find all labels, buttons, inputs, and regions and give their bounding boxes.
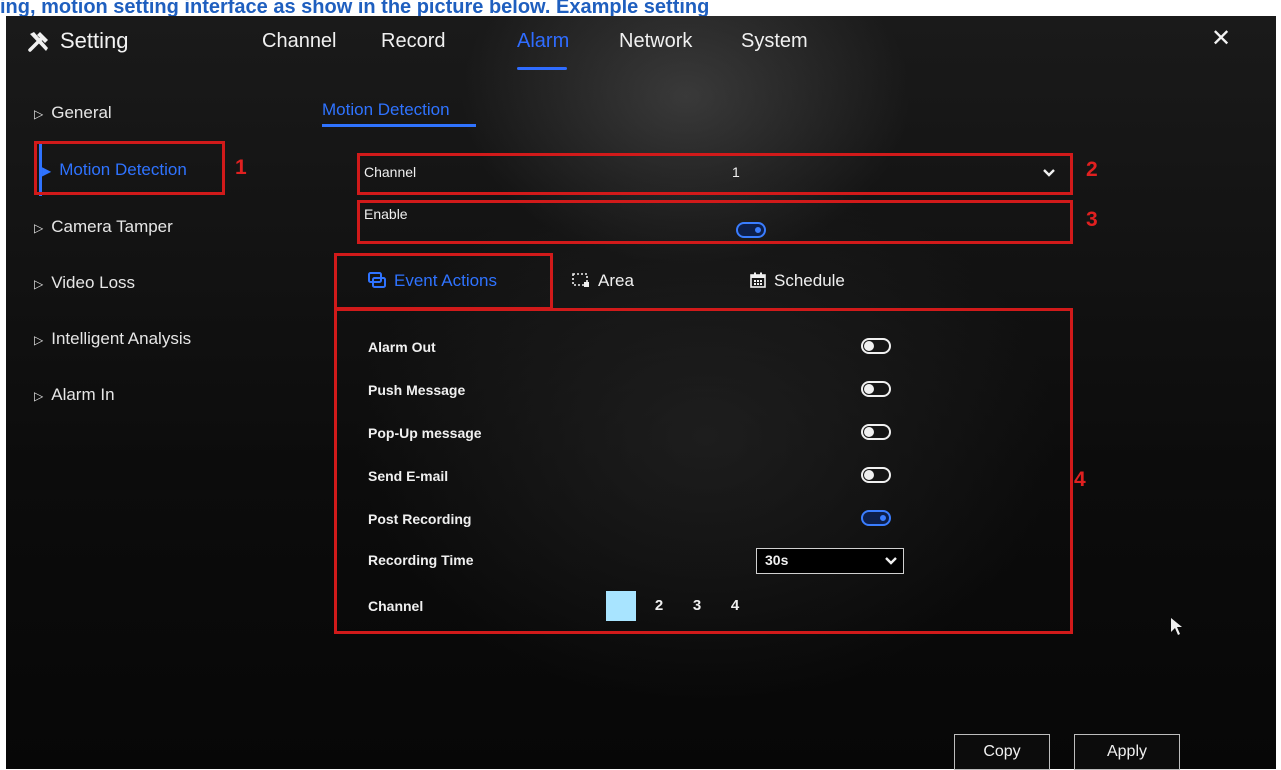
channel-option-2[interactable]: 2: [644, 591, 674, 621]
action-label-push-message: Push Message: [368, 382, 466, 398]
sidebar-item-label: Alarm In: [51, 385, 115, 404]
topnav-active-indicator: [517, 67, 567, 70]
annotation-label-3: 3: [1086, 208, 1098, 231]
recording-time-select[interactable]: 30s: [756, 548, 904, 574]
tab-schedule[interactable]: Schedule: [750, 271, 845, 291]
tab-label: Area: [598, 271, 634, 290]
chevron-down-icon: [885, 557, 897, 565]
triangle-right-icon: ▷: [34, 389, 44, 403]
alarm-out-toggle[interactable]: [861, 338, 891, 354]
enable-label: Enable: [364, 206, 408, 222]
triangle-right-icon: ▷: [34, 277, 44, 291]
topnav-alarm[interactable]: Alarm: [517, 30, 569, 53]
chevron-down-icon: [1043, 169, 1055, 177]
action-label-popup-message: Pop-Up message: [368, 425, 482, 441]
sidebar-item-intelligent-analysis[interactable]: ▷ Intelligent Analysis: [34, 329, 191, 349]
triangle-right-icon: ▷: [34, 333, 44, 347]
action-label-alarm-out: Alarm Out: [368, 339, 436, 355]
annotation-box-1: [34, 141, 225, 195]
copy-button[interactable]: Copy: [954, 734, 1050, 770]
toggle-knob: [864, 384, 874, 394]
sidebar-item-general[interactable]: ▷ General: [34, 103, 112, 123]
post-recording-toggle[interactable]: [861, 510, 891, 526]
toggle-knob: [878, 513, 888, 523]
topnav-network[interactable]: Network: [619, 30, 692, 53]
tab-label: Event Actions: [394, 271, 498, 290]
topnav-record[interactable]: Record: [381, 30, 445, 53]
mouse-pointer-icon: [1171, 618, 1182, 635]
annotation-box-3: [357, 200, 1073, 244]
caption-text: ing, motion setting interface as show in…: [0, 0, 710, 16]
area-icon: [572, 273, 589, 287]
annotation-label-4: 4: [1074, 468, 1086, 491]
topnav-system[interactable]: System: [741, 30, 808, 53]
channel-option-3[interactable]: 3: [682, 591, 712, 621]
tools-icon: [28, 32, 48, 52]
app-title: Setting: [60, 28, 129, 53]
toggle-knob: [864, 470, 874, 480]
calendar-icon: [750, 272, 766, 288]
send-email-toggle[interactable]: [861, 467, 891, 483]
nvr-screen: Setting Channel Record Alarm Network Sys…: [6, 16, 1276, 770]
sidebar-item-video-loss[interactable]: ▷ Video Loss: [34, 273, 135, 293]
push-message-toggle[interactable]: [861, 381, 891, 397]
sidebar-item-label: General: [51, 103, 112, 122]
apply-button[interactable]: Apply: [1074, 734, 1180, 770]
event-actions-icon: [368, 272, 386, 288]
annotation-label-1: 1: [235, 156, 247, 179]
topnav-channel[interactable]: Channel: [262, 30, 337, 53]
enable-toggle[interactable]: [736, 222, 766, 238]
toggle-knob: [864, 427, 874, 437]
channel-select-value: 1: [732, 164, 740, 180]
subtab-motion-detection[interactable]: Motion Detection: [322, 100, 450, 120]
channel-select[interactable]: 1: [364, 159, 1064, 187]
action-label-send-email: Send E-mail: [368, 468, 449, 484]
channel-option-4[interactable]: 4: [720, 591, 750, 621]
triangle-right-icon: ▷: [34, 107, 44, 121]
close-icon[interactable]: ✕: [1211, 24, 1231, 53]
sidebar-item-camera-tamper[interactable]: ▷ Camera Tamper: [34, 217, 173, 237]
sidebar-item-alarm-in[interactable]: ▷ Alarm In: [34, 385, 115, 405]
recording-time-value: 30s: [765, 552, 789, 568]
recording-time-label: Recording Time: [368, 552, 474, 568]
caption-strip: ing, motion setting interface as show in…: [0, 0, 1281, 16]
toggle-knob: [864, 341, 874, 351]
channel-copy-label: Channel: [368, 598, 424, 614]
triangle-right-icon: ▷: [34, 221, 44, 235]
sidebar-item-label: Video Loss: [51, 273, 136, 292]
sidebar-item-label: Camera Tamper: [51, 217, 173, 236]
subtab-active-indicator: [322, 124, 476, 127]
tab-event-actions[interactable]: Event Actions: [368, 271, 497, 291]
popup-message-toggle[interactable]: [861, 424, 891, 440]
tab-area[interactable]: Area: [572, 271, 634, 291]
toggle-knob: [753, 225, 763, 235]
tab-label: Schedule: [774, 271, 845, 290]
sidebar-item-label: Intelligent Analysis: [51, 329, 192, 348]
annotation-label-2: 2: [1086, 158, 1098, 181]
channel-option-1[interactable]: 1: [606, 591, 636, 621]
action-label-post-recording: Post Recording: [368, 511, 472, 527]
